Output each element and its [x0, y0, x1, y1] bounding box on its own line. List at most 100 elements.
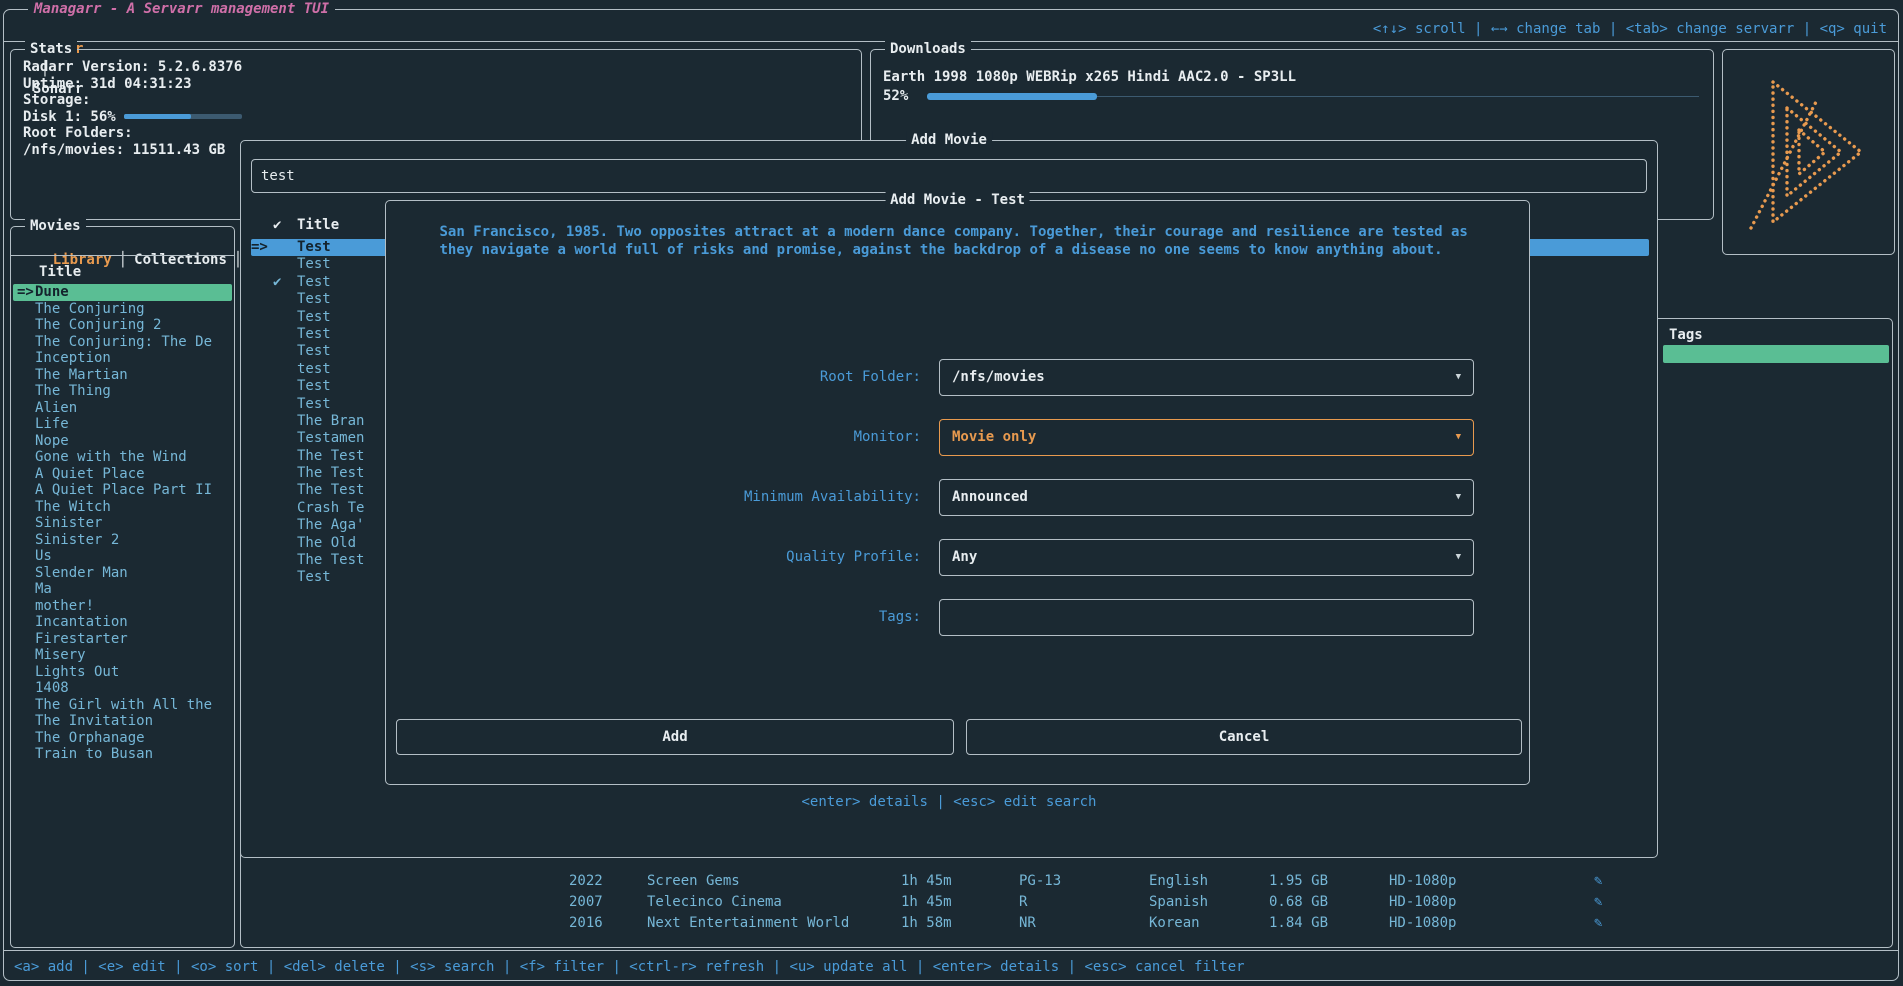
result-title: The Test: [297, 552, 364, 568]
cell-runtime: 1h 45m: [901, 892, 1019, 913]
movie-title: Lights Out: [35, 664, 119, 680]
cell-year: 2007: [569, 892, 647, 913]
movie-list-item[interactable]: The Invitation: [13, 713, 232, 730]
movie-list-item[interactable]: 1408: [13, 680, 232, 697]
cell-language: Korean: [1149, 913, 1269, 934]
result-title: Crash Te: [297, 500, 364, 516]
movie-list-item[interactable]: The Conjuring: [13, 301, 232, 318]
storage-label: Storage:: [23, 92, 853, 109]
movies-title-column-header: Title: [39, 264, 81, 280]
movie-list-item[interactable]: Sinister: [13, 515, 232, 532]
add-movie-modal: Add Movie - Test San Francisco, 1985. Tw…: [385, 200, 1530, 785]
radarr-logo-icon: [1735, 66, 1883, 238]
field-input[interactable]: Announced▼: [939, 479, 1474, 516]
cell-quality: HD-1080p: [1389, 892, 1594, 913]
cell-year: 2016: [569, 913, 647, 934]
movie-list-item[interactable]: A Quiet Place: [13, 466, 232, 483]
download-progress: 52%: [883, 88, 1699, 105]
table-row[interactable]: 2007Telecinco Cinema1h 45mRSpanish0.68 G…: [243, 892, 1890, 913]
movie-list-item[interactable]: The Thing: [13, 383, 232, 400]
field-input[interactable]: [939, 599, 1474, 636]
field-value: Any: [952, 549, 977, 565]
movie-search-input[interactable]: [251, 159, 1647, 193]
field-label: Minimum Availability:: [386, 479, 921, 516]
movie-title: Ma: [35, 581, 52, 597]
cell-quality: HD-1080p: [1389, 913, 1594, 934]
field-input[interactable]: Movie only ▼: [939, 419, 1474, 456]
movie-list-item[interactable]: =>Dune: [13, 284, 232, 301]
movie-list-item[interactable]: The Orphanage: [13, 730, 232, 747]
cell-studio: Screen Gems: [647, 871, 901, 892]
movie-description: San Francisco, 1985. Two opposites attra…: [440, 223, 1476, 259]
movie-title: The Invitation: [35, 713, 153, 729]
movie-title: The Conjuring 2: [35, 317, 161, 333]
download-progress-bar: [927, 88, 1699, 105]
form-field-row: Tags:: [386, 599, 1529, 636]
field-value: Movie only: [952, 429, 1036, 445]
results-header: ✔Title: [251, 217, 339, 234]
result-title: Test: [297, 239, 331, 255]
movie-list-item[interactable]: Gone with the Wind: [13, 449, 232, 466]
movie-list-item[interactable]: The Conjuring 2: [13, 317, 232, 334]
movie-list-item[interactable]: Firestarter: [13, 631, 232, 648]
movie-list-item[interactable]: Slender Man: [13, 565, 232, 582]
movie-title: Firestarter: [35, 631, 128, 647]
chevron-down-icon: ▼: [1456, 480, 1461, 515]
movie-list-item[interactable]: Nope: [13, 433, 232, 450]
movie-title: Gone with the Wind: [35, 449, 187, 465]
cell-certification: NR: [1019, 913, 1149, 934]
movie-list-item[interactable]: Train to Busan: [13, 746, 232, 763]
movie-list-item[interactable]: mother!: [13, 598, 232, 615]
movie-list-item[interactable]: Sinister 2: [13, 532, 232, 549]
movie-title: mother!: [35, 598, 94, 614]
result-title: The Old: [297, 535, 356, 551]
add-button[interactable]: Add: [396, 719, 954, 755]
result-title: Test: [297, 274, 331, 290]
cell-language: Spanish: [1149, 892, 1269, 913]
cell-runtime: 1h 45m: [901, 871, 1019, 892]
movie-list-item[interactable]: Misery: [13, 647, 232, 664]
movie-list-item[interactable]: The Witch: [13, 499, 232, 516]
movie-list-item[interactable]: The Girl with All the: [13, 697, 232, 714]
movie-list-item[interactable]: Us: [13, 548, 232, 565]
cell-year: 2022: [569, 871, 647, 892]
disk-usage-bar: [124, 114, 242, 119]
movies-panel: Movies Library│Collections│ Title =>Dune…: [10, 226, 235, 948]
movie-list-item[interactable]: Life: [13, 416, 232, 433]
movie-title: The Orphanage: [35, 730, 145, 746]
cancel-button[interactable]: Cancel: [966, 719, 1522, 755]
movie-list-item[interactable]: Alien: [13, 400, 232, 417]
footer-divider: [4, 950, 1898, 951]
movies-list: =>Dune The Conjuring The Conjuring 2 The…: [13, 284, 232, 763]
field-input[interactable]: Any▼: [939, 539, 1474, 576]
cell-runtime: 1h 58m: [901, 913, 1019, 934]
movie-list-item[interactable]: Ma: [13, 581, 232, 598]
movie-title: The Thing: [35, 383, 111, 399]
movie-list-item[interactable]: Incantation: [13, 614, 232, 631]
result-title: The Test: [297, 482, 364, 498]
selection-marker: =>: [17, 284, 35, 301]
stats-panel-title: Stats: [25, 40, 77, 58]
disk-usage-label: Disk 1: 56%: [23, 109, 116, 125]
monitored-icon: ✎: [1594, 913, 1602, 934]
movie-list-item[interactable]: The Martian: [13, 367, 232, 384]
result-title: Test: [297, 326, 331, 342]
movie-list-item[interactable]: A Quiet Place Part II: [13, 482, 232, 499]
movie-title: Dune: [35, 284, 69, 300]
form-field-row: Monitor: Movie only▼: [386, 419, 1529, 456]
chevron-down-icon: ▼: [1456, 420, 1461, 455]
field-input[interactable]: /nfs/movies▼: [939, 359, 1474, 396]
movie-list-item[interactable]: The Conjuring: The De: [13, 334, 232, 351]
movie-title: Us: [35, 548, 52, 564]
movie-title: The Girl with All the: [35, 697, 212, 713]
table-row[interactable]: 2016Next Entertainment World1h 58mNRKore…: [243, 913, 1890, 934]
movie-list-item[interactable]: Inception: [13, 350, 232, 367]
movie-title: The Conjuring: The De: [35, 334, 212, 350]
table-row[interactable]: 2022Screen Gems1h 45mPG-13English1.95 GB…: [243, 871, 1890, 892]
add-movie-title: Add Movie: [906, 131, 992, 149]
movies-tabs: Library│Collections│: [19, 233, 249, 251]
movie-title: Inception: [35, 350, 111, 366]
selected-row-highlight: [1663, 345, 1889, 363]
result-title: Test: [297, 343, 331, 359]
movie-list-item[interactable]: Lights Out: [13, 664, 232, 681]
